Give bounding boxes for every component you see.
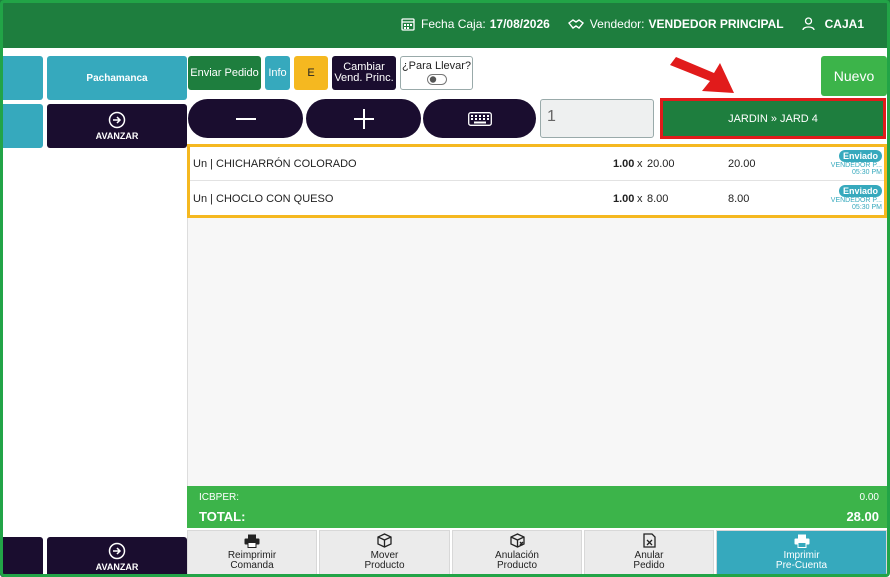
avanzar-label: AVANZAR (95, 131, 139, 141)
printer-icon (794, 534, 809, 548)
total-label: TOTAL: (199, 509, 246, 524)
totals-bar: ICBPER: 0.00 TOTAL: 28.00 (187, 486, 887, 528)
keyboard-button[interactable] (423, 99, 536, 138)
table-location-button[interactable]: JARDIN » JARD 4 (660, 98, 886, 139)
info-button[interactable]: Info (265, 56, 290, 90)
anular-pedido-button[interactable]: Anular Pedido (584, 530, 714, 577)
order-item-name: Un | CHOCLO CON QUESO (193, 193, 334, 205)
sidebar-tile[interactable] (0, 104, 43, 148)
times-sign: x (637, 193, 643, 205)
anulacion-line2: Producto (496, 560, 538, 571)
box-remove-icon (509, 533, 525, 548)
caja[interactable]: CAJA1 (801, 17, 864, 31)
status-badge: Enviado (838, 150, 882, 162)
category-pachamanca[interactable]: Pachamanca (47, 56, 187, 100)
arrow-right-circle-icon (108, 542, 126, 560)
cambiar-vendedor-button[interactable]: Cambiar Vend. Princ. (332, 56, 396, 90)
order-price: 8.00 (647, 193, 669, 205)
order-empty-area (187, 218, 887, 486)
user-icon (801, 17, 815, 31)
status-badge: Enviado (838, 185, 882, 197)
quantity-input[interactable]: 1 (540, 99, 654, 138)
fecha-value: 17/08/2026 (489, 17, 550, 31)
order-row[interactable]: Un | CHOCLO CON QUESO 1.00 x 8.00 8.00 E… (190, 182, 884, 216)
mover-producto-button[interactable]: Mover Producto (319, 530, 450, 577)
order-item-name: Un | CHICHARRÓN COLORADO (193, 158, 357, 170)
order-time: 05:30 PM (852, 169, 882, 176)
arrow-right-circle-icon (108, 111, 126, 129)
avanzar-button-bottom[interactable]: AVANZAR (47, 537, 187, 577)
times-sign: x (637, 158, 643, 170)
avanzar-label: AVANZAR (95, 562, 139, 572)
sidebar-tile[interactable] (0, 537, 43, 577)
order-vendor: VENDEDOR P... (830, 197, 882, 204)
anular-line2: Pedido (633, 560, 665, 571)
order-time: 05:30 PM (852, 204, 882, 211)
toggle-switch-icon[interactable] (426, 74, 447, 85)
imprimir-line2: Pre-Cuenta (775, 560, 828, 571)
para-llevar-toggle[interactable]: ¿Para Llevar? (400, 56, 473, 90)
icbper-value: 0.00 (859, 492, 879, 503)
vendedor: Vendedor: VENDEDOR PRINCIPAL (567, 17, 784, 31)
sidebar-tile[interactable] (0, 56, 43, 100)
e-button[interactable]: E (294, 56, 328, 90)
reimprimir-line2: Comanda (230, 560, 274, 571)
order-row[interactable]: Un | CHICHARRÓN COLORADO 1.00 x 20.00 20… (190, 147, 884, 181)
imprimir-pre-cuenta-button[interactable]: Imprimir Pre-Cuenta (716, 530, 887, 577)
order-qty: 1.00 (613, 158, 635, 170)
order-list: Un | CHICHARRÓN COLORADO 1.00 x 20.00 20… (187, 144, 887, 218)
order-vendor: VENDEDOR P... (830, 162, 882, 169)
reimprimir-comanda-button[interactable]: Reimprimir Comanda (187, 530, 317, 577)
fecha-caja: Fecha Caja: 17/08/2026 (401, 17, 550, 31)
vendedor-label: Vendedor: (589, 17, 645, 31)
category-label: Pachamanca (86, 72, 148, 84)
printer-icon (244, 534, 260, 548)
total-value: 28.00 (846, 509, 879, 524)
mover-line2: Producto (364, 560, 405, 571)
plus-icon (353, 108, 374, 129)
enviar-pedido-button[interactable]: Enviar Pedido (188, 56, 261, 90)
para-llevar-label: ¿Para Llevar? (401, 60, 472, 72)
decrease-quantity-button[interactable] (188, 99, 303, 138)
minus-icon (235, 117, 256, 120)
order-price: 20.00 (647, 158, 675, 170)
increase-quantity-button[interactable] (306, 99, 421, 138)
caja-label: CAJA1 (824, 17, 864, 31)
icbper-label: ICBPER: (199, 492, 240, 503)
pointer-arrow-icon (670, 57, 734, 93)
calendar-icon (401, 18, 415, 31)
top-bar: Fecha Caja: 17/08/2026 Vendedor: VENDEDO… (0, 0, 890, 48)
order-total: 8.00 (728, 193, 750, 205)
document-remove-icon (642, 533, 656, 548)
keyboard-icon (467, 111, 492, 126)
box-icon (377, 533, 392, 548)
fecha-label: Fecha Caja: (421, 17, 486, 31)
nuevo-button[interactable]: Nuevo (821, 56, 887, 96)
avanzar-button-top[interactable]: AVANZAR (47, 104, 187, 148)
vendedor-value: VENDEDOR PRINCIPAL (648, 17, 784, 31)
order-qty: 1.00 (613, 193, 635, 205)
order-total: 20.00 (728, 158, 756, 170)
cambiar-line2: Vend. Princ. (334, 72, 394, 84)
anulacion-producto-button[interactable]: Anulación Producto (452, 530, 582, 577)
handshake-icon (567, 19, 584, 29)
